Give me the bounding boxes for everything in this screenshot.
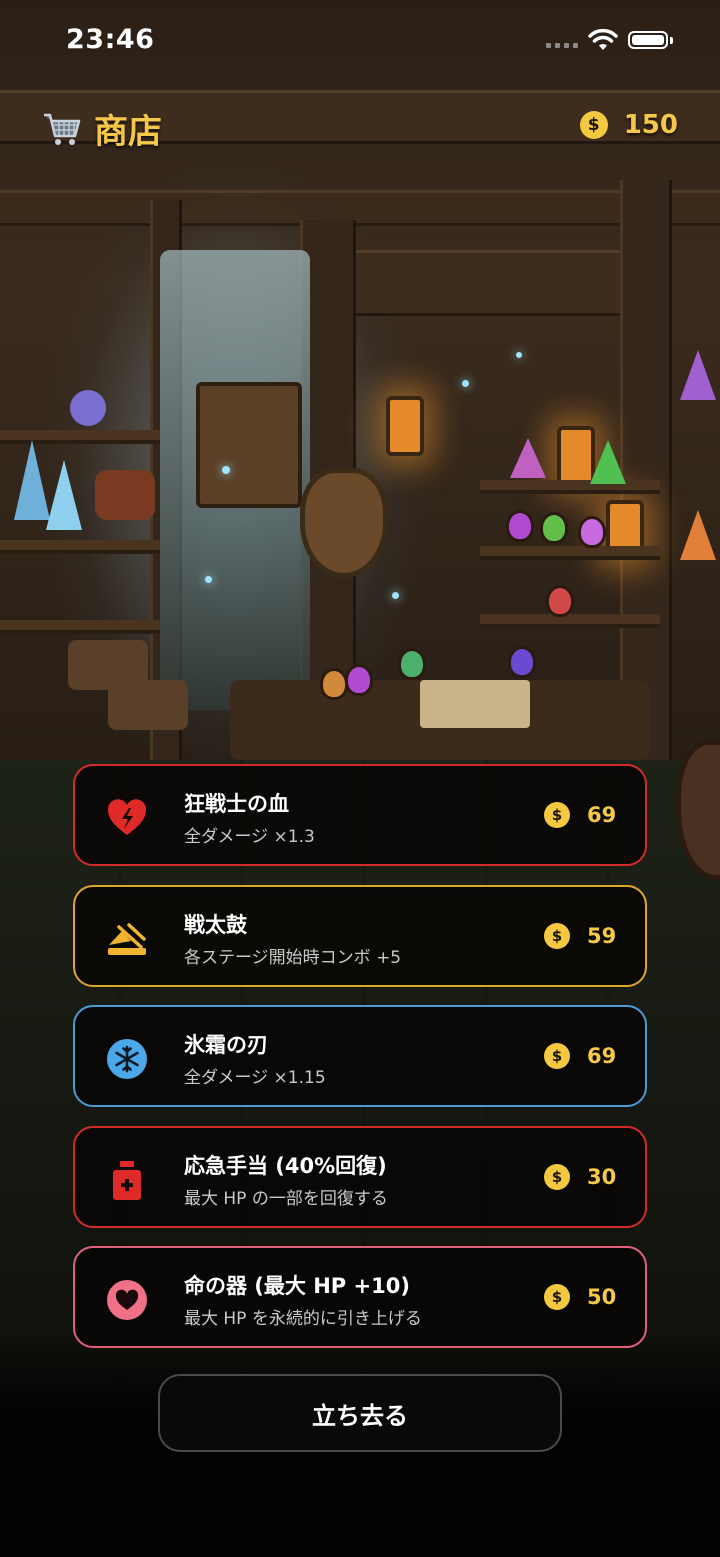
item-name: 氷霜の刃 xyxy=(184,1033,268,1057)
wifi-icon xyxy=(588,28,618,50)
cellular-signal-icon xyxy=(546,40,580,48)
item-price: $ 50 xyxy=(544,1284,621,1310)
coin-icon: $ xyxy=(544,802,570,828)
potion-icon xyxy=(105,1158,149,1202)
item-price-value: 30 xyxy=(587,1165,617,1189)
item-price-value: 69 xyxy=(587,803,617,827)
snowflake-icon xyxy=(105,1037,149,1081)
item-description: 全ダメージ ×1.15 xyxy=(184,1068,326,1088)
battery-icon xyxy=(628,31,668,49)
coin-icon: $ xyxy=(544,923,570,949)
shop-item-life-vessel[interactable]: 命の器 (最大 HP +10) 最大 HP を永続的に引き上げる $ 50 xyxy=(73,1246,647,1348)
item-name: 応急手当 (40%回復) xyxy=(184,1154,387,1178)
status-bar: 23:46 xyxy=(0,0,720,80)
shop-item-first-aid[interactable]: 応急手当 (40%回復) 最大 HP の一部を回復する $ 30 xyxy=(73,1126,647,1228)
item-price: $ 69 xyxy=(544,802,621,828)
coin-icon: $ xyxy=(544,1164,570,1190)
item-description: 最大 HP の一部を回復する xyxy=(184,1189,388,1209)
shop-item-berserker-blood[interactable]: 狂戦士の血 全ダメージ ×1.3 $ 69 xyxy=(73,764,647,866)
item-description: 最大 HP を永続的に引き上げる xyxy=(184,1309,422,1329)
shop-item-frost-blade[interactable]: 氷霜の刃 全ダメージ ×1.15 $ 69 xyxy=(73,1005,647,1107)
status-time: 23:46 xyxy=(66,24,155,55)
item-price-value: 50 xyxy=(587,1285,617,1309)
broken-heart-icon xyxy=(105,796,149,840)
item-name: 命の器 (最大 HP +10) xyxy=(184,1274,410,1298)
coin-icon: $ xyxy=(579,111,608,139)
page-title: 商店 xyxy=(94,112,162,152)
shop-item-war-drum[interactable]: 戦太鼓 各ステージ開始時コンボ +5 $ 59 xyxy=(73,885,647,987)
coin-icon: $ xyxy=(544,1284,570,1310)
coin-balance: $ 150 xyxy=(579,110,678,140)
item-price: $ 30 xyxy=(544,1164,621,1190)
leave-button[interactable]: 立ち去る xyxy=(158,1374,562,1452)
battery-cap xyxy=(670,37,673,44)
coin-icon: $ xyxy=(544,1043,570,1069)
item-name: 戦太鼓 xyxy=(184,913,247,937)
item-description: 各ステージ開始時コンボ +5 xyxy=(184,948,402,968)
item-price-value: 59 xyxy=(587,924,617,948)
item-price: $ 69 xyxy=(544,1043,621,1069)
item-description: 全ダメージ ×1.3 xyxy=(184,827,315,847)
heart-icon xyxy=(105,1278,149,1322)
coin-balance-value: 150 xyxy=(623,110,678,140)
item-price: $ 59 xyxy=(544,923,621,949)
drum-icon xyxy=(105,917,149,961)
shop-header: 商店 xyxy=(42,104,162,153)
cart-icon xyxy=(44,113,81,145)
item-price-value: 69 xyxy=(587,1044,617,1068)
item-name: 狂戦士の血 xyxy=(184,792,289,816)
